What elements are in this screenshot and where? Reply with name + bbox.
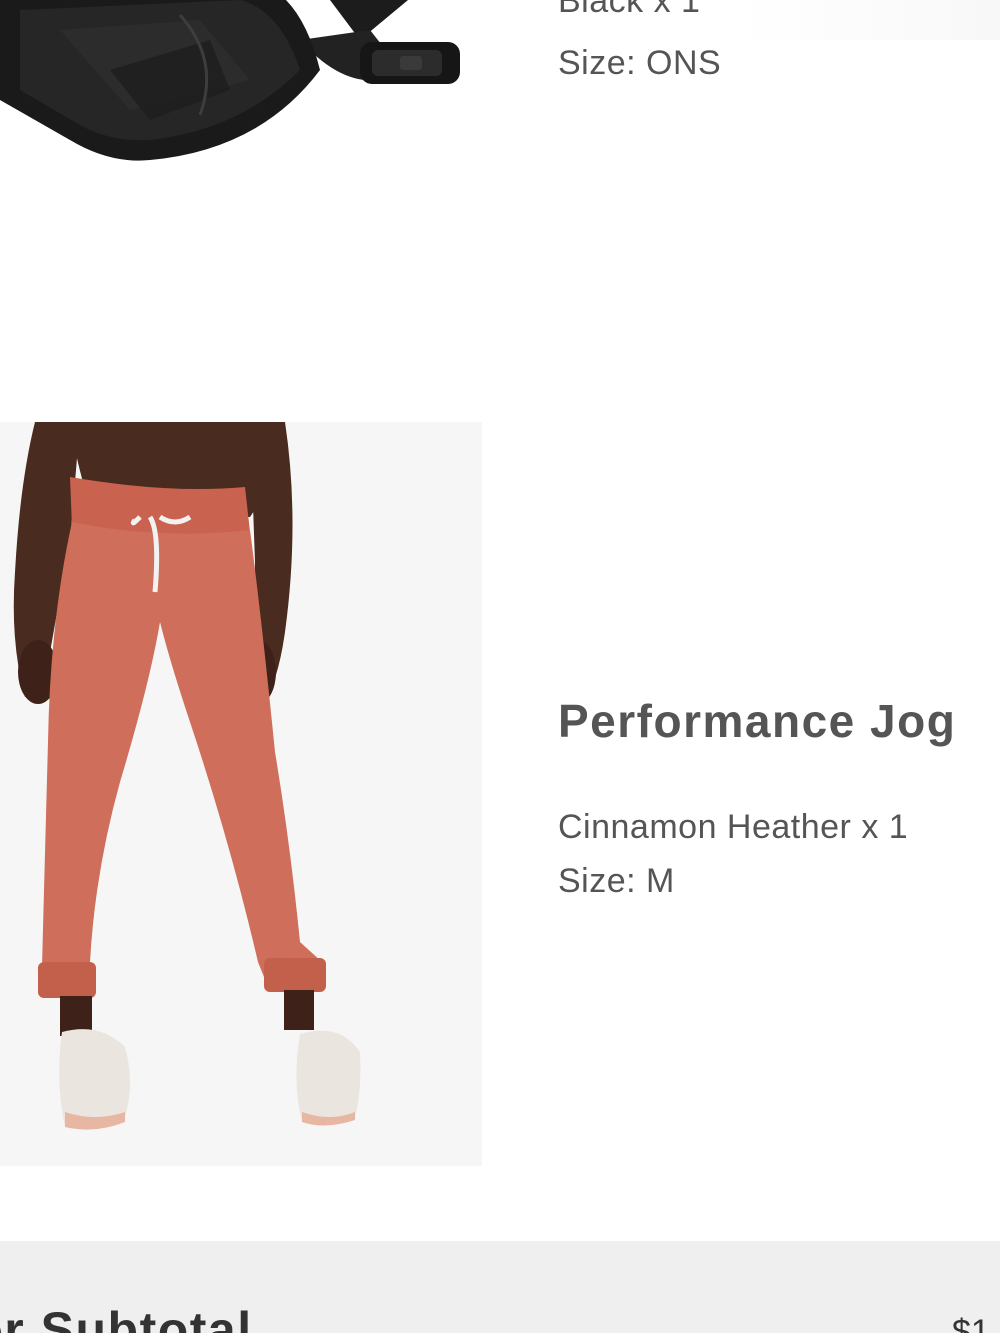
- item-size: Size: ONS: [558, 44, 722, 82]
- order-confirmation-page: Black x 1 Size: ONS Performance Jog Cinn…: [0, 0, 1000, 1333]
- subtotal-value: $1: [952, 1313, 990, 1333]
- product-title[interactable]: Performance Jog: [558, 694, 956, 748]
- jogger-pants-image: [0, 422, 482, 1166]
- item-color-quantity: Black x 1: [558, 0, 701, 20]
- hip-pack-image: [0, 0, 470, 170]
- item-fade-overlay: [740, 0, 1000, 40]
- item-color-quantity: Cinnamon Heather x 1: [558, 808, 909, 846]
- order-summary: rder Subtotal $1: [0, 1241, 1000, 1333]
- item-size: Size: M: [558, 862, 675, 900]
- subtotal-label: rder Subtotal: [0, 1302, 253, 1333]
